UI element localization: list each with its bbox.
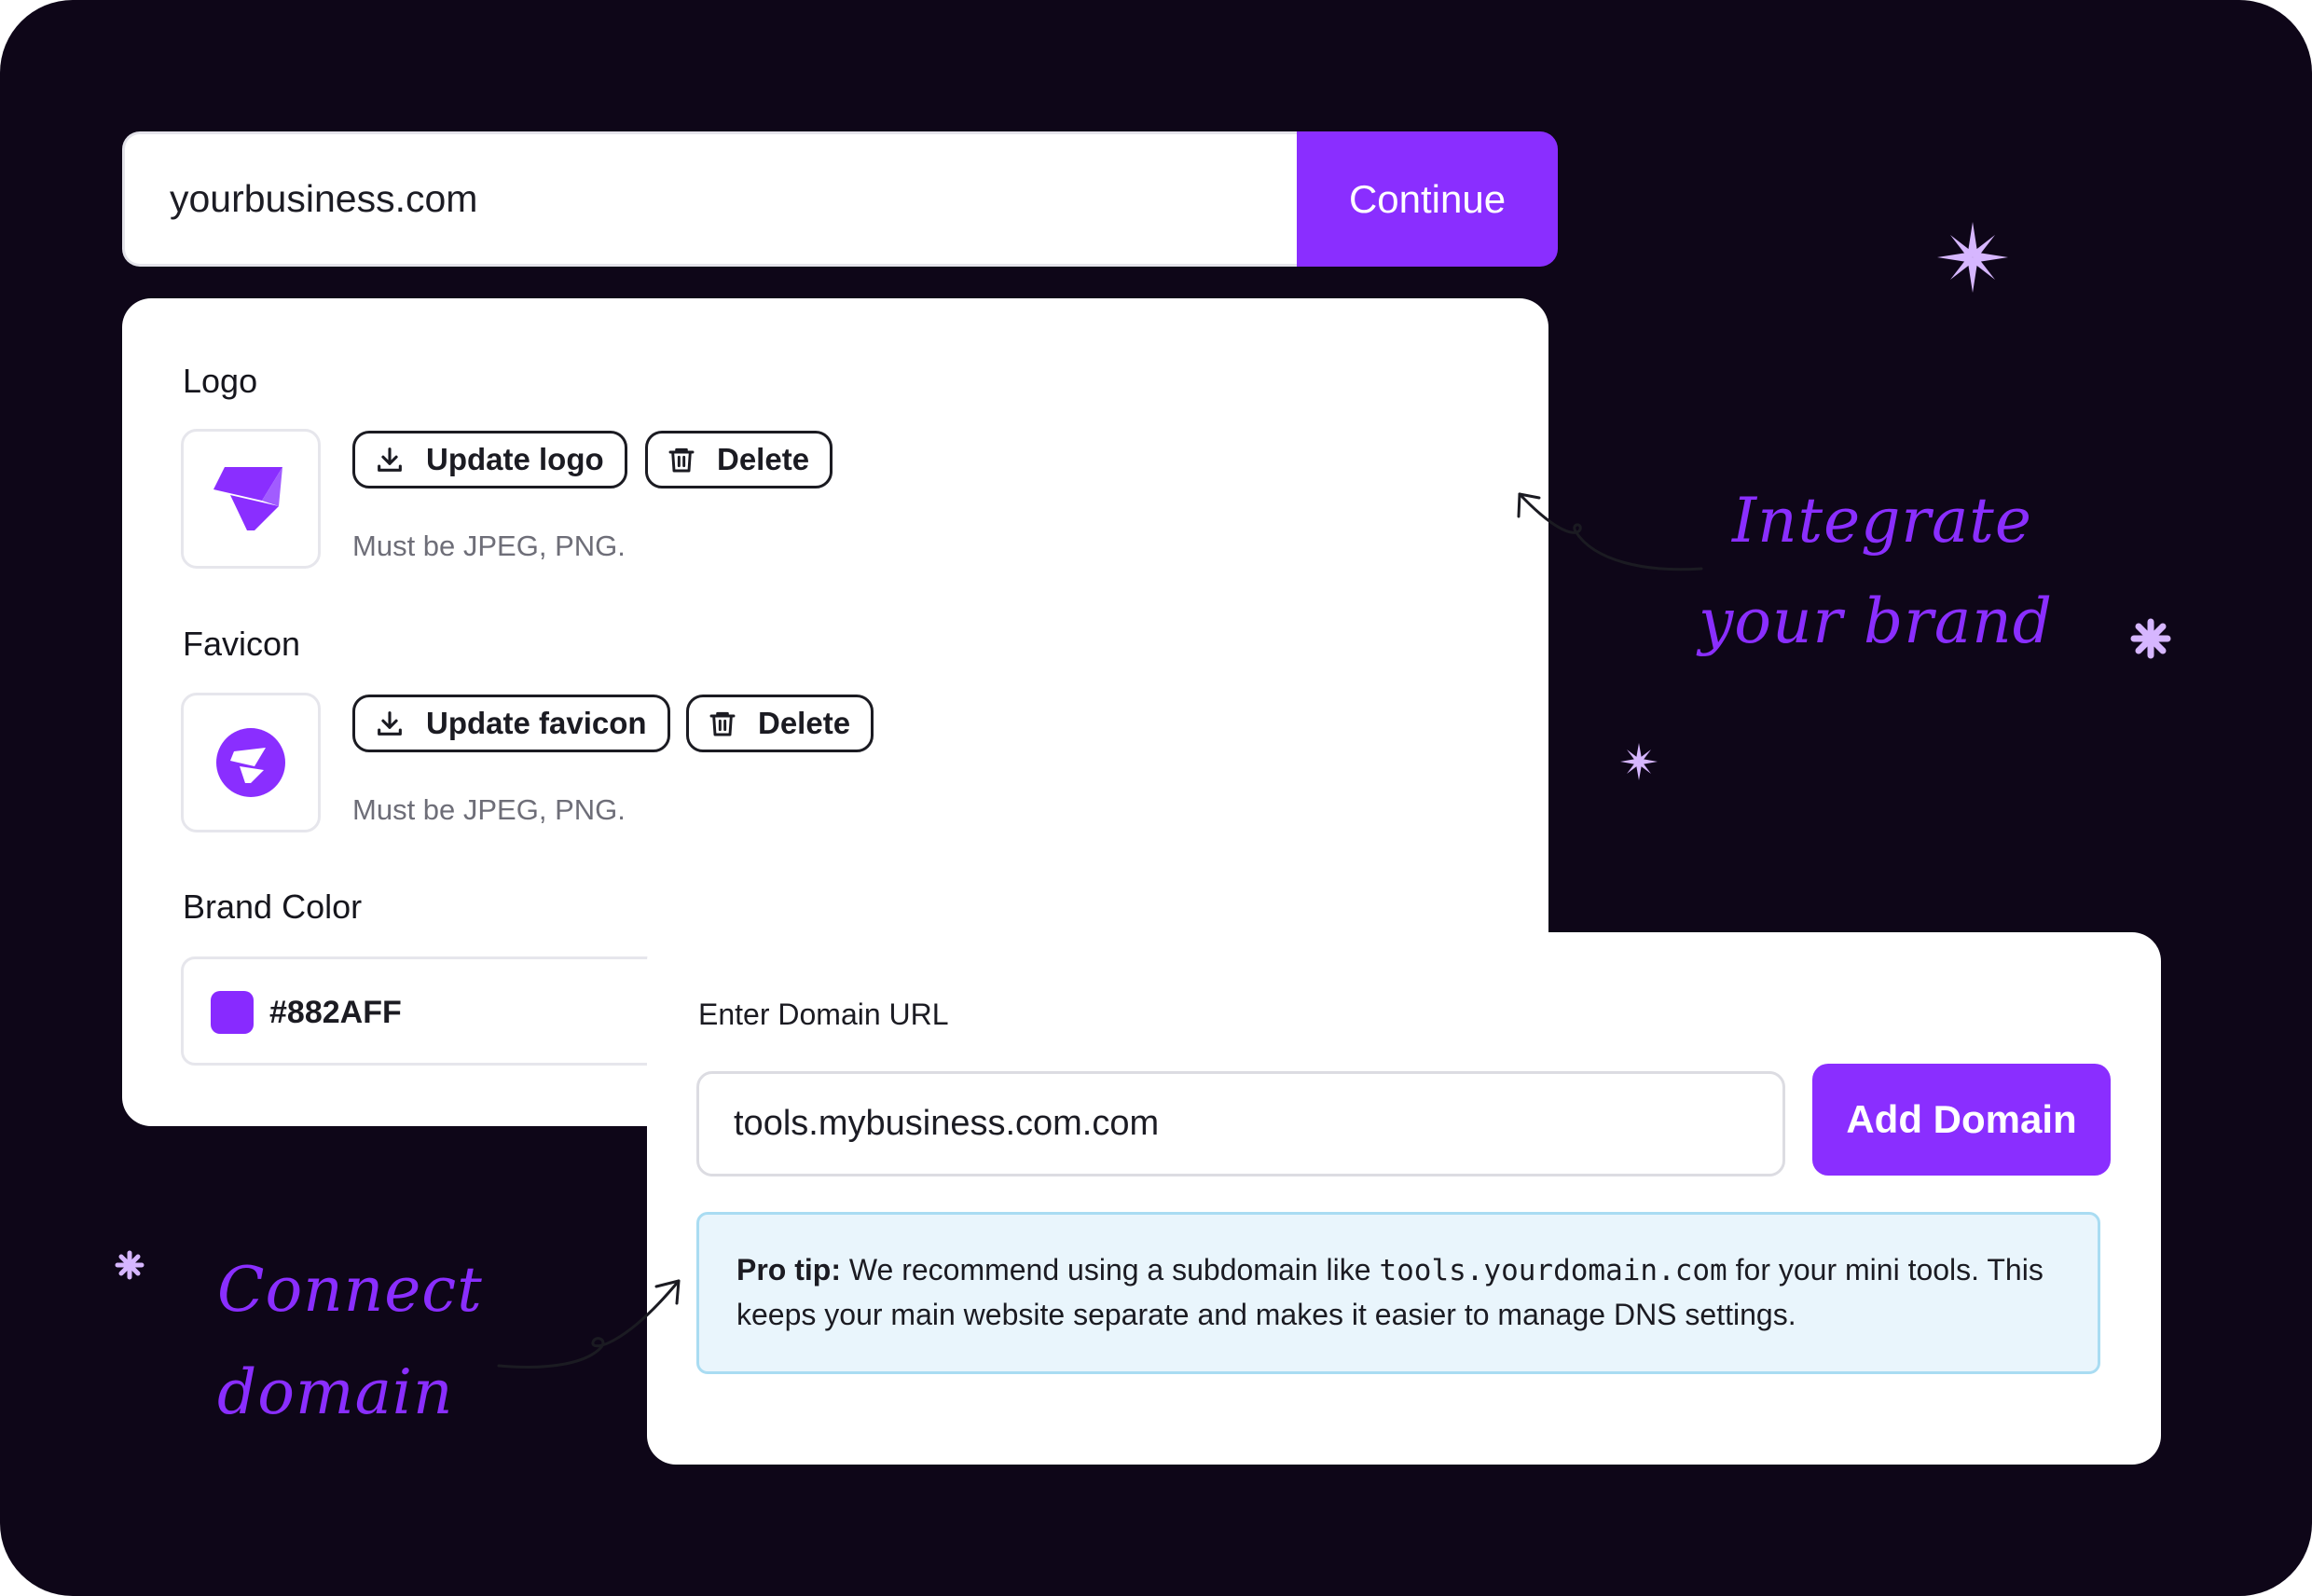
curved-arrow-icon [497,1279,681,1369]
update-favicon-button[interactable]: Update favicon [352,695,670,752]
domain-url-input[interactable]: tools.mybusiness.com.com [696,1071,1785,1176]
pro-tip-code: tools.yourdomain.com [1379,1254,1727,1287]
update-logo-label: Update logo [426,442,604,476]
brand-color-label: Brand Color [183,887,363,926]
purple-circle-favicon-icon [216,728,285,797]
logo-format-hint: Must be JPEG, PNG. [352,530,626,562]
continue-button[interactable]: Continue [1297,131,1558,267]
update-favicon-label: Update favicon [426,706,647,740]
business-domain-value: yourbusiness.com [170,177,478,220]
pro-tip-title: Pro tip: [736,1253,841,1286]
purple-origami-logo-icon [213,467,282,530]
delete-favicon-button[interactable]: Delete [686,695,874,752]
pro-tip-text-before: We recommend using a subdomain like [848,1253,1371,1286]
update-logo-button[interactable]: Update logo [352,431,627,488]
curved-arrow-icon [1517,492,1703,571]
promo-canvas: yourbusiness.com Continue Logo Update lo… [0,0,2312,1596]
logo-preview [181,429,321,569]
favicon-preview [181,693,321,832]
favicon-format-hint: Must be JPEG, PNG. [352,793,626,826]
connect-domain-callout-line1: Connect [217,1254,483,1326]
sparkle-icon [115,1250,144,1280]
favicon-label: Favicon [183,625,301,663]
integrate-brand-callout-line1: Integrate [1732,485,2032,557]
domain-bar: yourbusiness.com Continue [122,131,1558,267]
sparkle-icon [1937,222,2008,293]
download-icon [378,711,402,736]
brand-color-swatch[interactable] [211,991,254,1034]
domain-card: Enter Domain URL tools.mybusiness.com.co… [647,932,2161,1465]
connect-domain-callout-line2: domain [217,1356,454,1428]
sparkle-icon [2130,618,2171,659]
add-domain-button[interactable]: Add Domain [1812,1064,2111,1176]
brand-color-value: #882AFF [269,995,402,1030]
domain-url-label: Enter Domain URL [698,998,949,1031]
pro-tip-box: Pro tip: We recommend using a subdomain … [696,1212,2100,1374]
domain-url-value: tools.mybusiness.com.com [734,1104,1160,1143]
sparkle-icon [1620,743,1658,780]
download-icon [378,447,402,472]
business-domain-input[interactable]: yourbusiness.com [122,131,1297,267]
delete-logo-button[interactable]: Delete [645,431,833,488]
integrate-brand-callout-line2: your brand [1699,585,2053,657]
trash-icon [668,447,695,473]
trash-icon [709,711,736,736]
logo-label: Logo [183,362,258,400]
delete-logo-label: Delete [717,442,810,476]
delete-favicon-label: Delete [758,706,851,740]
